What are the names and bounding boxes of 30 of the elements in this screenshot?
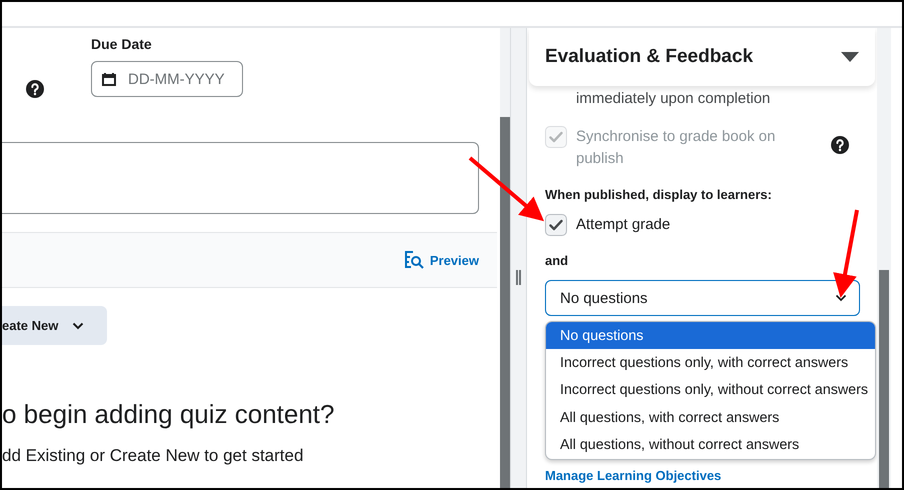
section-header[interactable]: Evaluation & Feedback [529, 28, 875, 86]
dropdown-option[interactable]: All questions, with correct answers [546, 404, 875, 432]
check-icon [549, 131, 563, 143]
dropdown-option[interactable]: All questions, without correct answers [546, 432, 875, 459]
scrollbar[interactable] [500, 28, 510, 488]
date-field[interactable]: DD-MM-YYYY [91, 61, 243, 97]
text-area[interactable] [2, 142, 479, 214]
connector-label: and [545, 253, 570, 268]
group-heading: When published, display to learners: [545, 187, 773, 202]
checkbox[interactable] [545, 214, 567, 236]
chevron-icon [835, 294, 847, 302]
dropdown-option[interactable]: Incorrect questions only, without correct answers [546, 376, 875, 404]
chevron-icon [72, 322, 84, 330]
resize-handle[interactable] [516, 270, 521, 285]
scrollbar[interactable] [877, 28, 891, 488]
checkbox-label: Attempt grade [576, 215, 672, 235]
empty-state-hint: dd Existing or Create New to get started [2, 446, 304, 466]
dropdown-option[interactable]: Incorrect questions only, with correct answers [546, 349, 875, 377]
manage-objectives-link[interactable]: Manage Learning Objectives [545, 468, 722, 483]
preview-link[interactable]: Preview [404, 250, 479, 270]
preview-icon [404, 250, 424, 270]
field-label: Due Date [91, 36, 153, 52]
select-field[interactable]: No questions [545, 280, 860, 316]
create-new-button[interactable]: eate New [2, 306, 107, 345]
dropdown-option[interactable]: No questions [546, 322, 875, 350]
check-icon [549, 219, 563, 231]
help-icon[interactable] [26, 80, 44, 98]
empty-state-heading: o begin adding quiz content? [2, 399, 336, 430]
checkbox-label: Synchronise to grade book on publish [576, 127, 776, 169]
option-text: immediately upon completion [575, 89, 772, 109]
